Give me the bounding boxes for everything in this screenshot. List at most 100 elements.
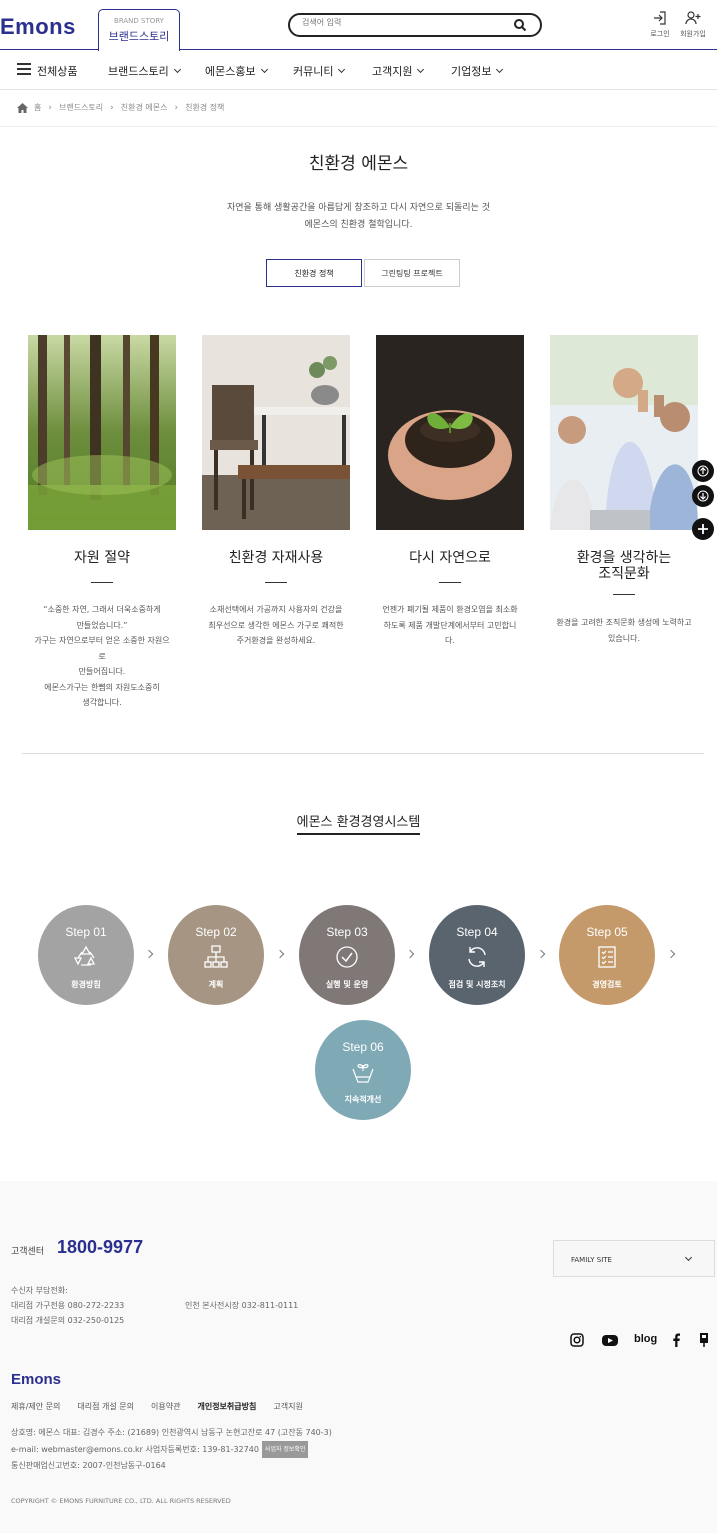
divider [0,126,717,127]
desc-line: 만들어집니다. [78,667,126,676]
quick-menu-button[interactable] [692,518,714,540]
desc-line: “소중한 자연, 그래서 더욱소중하게 [43,605,161,614]
plus-icon [698,524,708,534]
nav-item-community[interactable]: 커뮤니티 [293,63,346,79]
customer-center-label: 고객센터 [11,1247,45,1257]
nav-item-promotion[interactable]: 에몬스홍보 [205,63,268,79]
family-site-select[interactable]: FAMILY SITE [553,1240,715,1277]
desc-line: 에몬스의 친환경 철학입니다. [304,220,413,230]
footer-link-privacy[interactable]: 개인정보취급방침 [197,1401,256,1412]
menu-icon[interactable] [17,63,31,75]
search-box [288,13,542,37]
scroll-top-button[interactable] [692,460,714,482]
all-products-menu[interactable]: 전체상품 [37,63,77,79]
step-04: Step 04 점검 및 시정조치 [429,905,525,1005]
card-desc: 환경을 고려한 조직문화 생성에 노력하고 있습니다. [550,615,698,646]
login-button[interactable]: 로그인 [646,11,674,39]
page-description: 자연을 통해 생활공간을 아름답게 창조하고 다시 자연으로 되돌리는 것 에몬… [0,200,717,234]
card-resource-saving: 자원 절약 “소중한 자연, 그래서 더욱소중하게 만들었습니다.” 가구는 자… [28,335,176,711]
step-number: Step 02 [195,925,237,939]
desc-line: 최우선으로 생각한 에몬스 가구로 쾌적한 [208,620,344,630]
card-title: 환경을 생각하는 조직문화 [550,550,698,582]
main-nav: 전체상품 브랜드스토리 에몬스홍보 커뮤니티 고객지원 기업정보 [0,50,717,90]
arrow-down-icon [697,490,709,502]
card-divider [91,582,113,583]
breadcrumb-home[interactable]: 홈 [34,102,41,113]
desc-line: 가구는 자연으로부터 얻은 소중한 자원으로 [34,636,170,661]
hands-plant-icon [352,1064,374,1083]
card-title: 자원 절약 [74,550,130,566]
nav-item-brand-story[interactable]: 브랜드스토리 [108,63,181,79]
family-site-label: FAMILY SITE [571,1256,612,1264]
step-label: 계획 [208,980,224,989]
nav-label: 에몬스홍보 [205,65,256,78]
desc-line: 에몬스가구는 한뼘의 자원도소중히 [44,682,160,692]
step-number: Step 05 [586,925,628,939]
breadcrumb: 홈 › 브랜드스토리 › 친환경 에몬스 › 친환경 정책 [17,102,224,113]
site-logo[interactable]: Emons [0,14,76,40]
card-eco-material: 친환경 자재사용 소재선택에서 가공까지 사용자의 건강을 최우선으로 생각한 … [202,335,350,649]
scroll-bottom-button[interactable] [692,485,714,507]
step-label: 실행 및 운영 [325,980,369,989]
search-input[interactable] [302,18,502,27]
org-chart-icon [204,945,228,968]
nav-label: 커뮤니티 [293,65,334,78]
footer-link-support[interactable]: 고객지원 [273,1401,302,1412]
info-line: 대리점 개설문의 032-250-0125 [11,1316,125,1325]
join-label: 회원가입 [680,30,706,38]
step-02: Step 02 계획 [168,905,264,1005]
card-desc: “소중한 자연, 그래서 더욱소중하게 만들었습니다.” 가구는 자연으로부터 … [28,602,176,711]
nav-item-support[interactable]: 고객지원 [372,63,425,79]
chevron-down-icon [496,65,504,74]
footer-link-terms[interactable]: 이용약관 [151,1401,180,1412]
info-line: 대리점 가구전용 080-272-2233 [11,1301,125,1310]
nav-label: 고객지원 [372,65,413,78]
footer-link-partnership[interactable]: 제휴/제안 문의 [11,1401,60,1412]
step-number: Step 04 [456,925,498,939]
breadcrumb-brand-story[interactable]: 브랜드스토리 [59,102,103,113]
card-back-to-nature: 다시 자연으로 언젠가 폐기될 제품이 환경오염을 최소화 하도록 제품 개발단… [376,335,524,649]
chevron-right-icon [275,949,285,959]
phone-info: 수신자 부담전화: 대리점 가구전용 080-272-2233 대리점 개설문의… [11,1283,124,1328]
post-icon[interactable] [699,1332,709,1348]
step-number: Step 01 [65,925,107,939]
business-info-badge[interactable]: 사업자 정보확인 [261,1440,309,1458]
recycle-icon [73,945,96,966]
nav-item-company[interactable]: 기업정보 [451,63,504,79]
email-reg: e-mail: webmaster@emons.co.kr 사업자등록번호: 1… [11,1444,259,1454]
step-05: Step 05 경영검토 [559,905,655,1005]
check-circle-icon [336,946,358,968]
brand-tab-en: BRAND STORY [114,17,164,25]
blog-link[interactable]: blog [634,1333,657,1349]
chevron-down-icon [417,65,425,74]
chevron-down-icon [173,65,181,74]
desc-line: 환경을 고려한 조직문화 생성에 노력하고 [556,618,692,627]
card-desc: 소재선택에서 가공까지 사용자의 건강을 최우선으로 생각한 에몬스 가구로 쾌… [202,602,350,649]
login-label: 로그인 [650,30,670,38]
copyright: COPYRIGHT © EMONS FURNITURE CO., LTD. AL… [11,1497,231,1505]
tab-eco-policy[interactable]: 친환경 정책 [266,259,362,287]
desc-line: 소재선택에서 가공까지 사용자의 건강을 [209,605,343,614]
join-button[interactable]: 회원가입 [679,11,707,39]
step-label: 지속적개선 [344,1095,382,1104]
brand-story-tab[interactable]: BRAND STORY 브랜드스토리 [98,9,180,51]
facebook-icon[interactable] [671,1332,681,1348]
chevron-down-icon [338,65,346,74]
login-icon [654,11,666,25]
card-divider [265,582,287,583]
footer-link-dealer[interactable]: 대리점 개설 문의 [77,1401,134,1412]
site-footer: 고객센터 1800-9977 FAMILY SITE 수신자 부담전화: 대리점… [0,1181,717,1533]
youtube-icon[interactable] [601,1332,619,1348]
desc-line: 생각합니다. [82,698,122,707]
search-icon[interactable] [513,18,527,32]
breadcrumb-eco[interactable]: 친환경 에몬스 [121,102,168,113]
chevron-right-icon: › [110,102,114,113]
footer-logo[interactable]: Emons [11,1371,61,1388]
instagram-icon[interactable] [570,1332,584,1348]
home-icon[interactable] [17,102,28,113]
customer-center-phone[interactable]: 1800-9977 [57,1237,143,1258]
chevron-down-icon [684,1253,693,1262]
tab-green-project[interactable]: 그린팅팅 프로젝트 [364,259,460,287]
desc-line: 만들었습니다.” [76,620,128,630]
step-06: Step 06 지속적개선 [315,1020,411,1120]
